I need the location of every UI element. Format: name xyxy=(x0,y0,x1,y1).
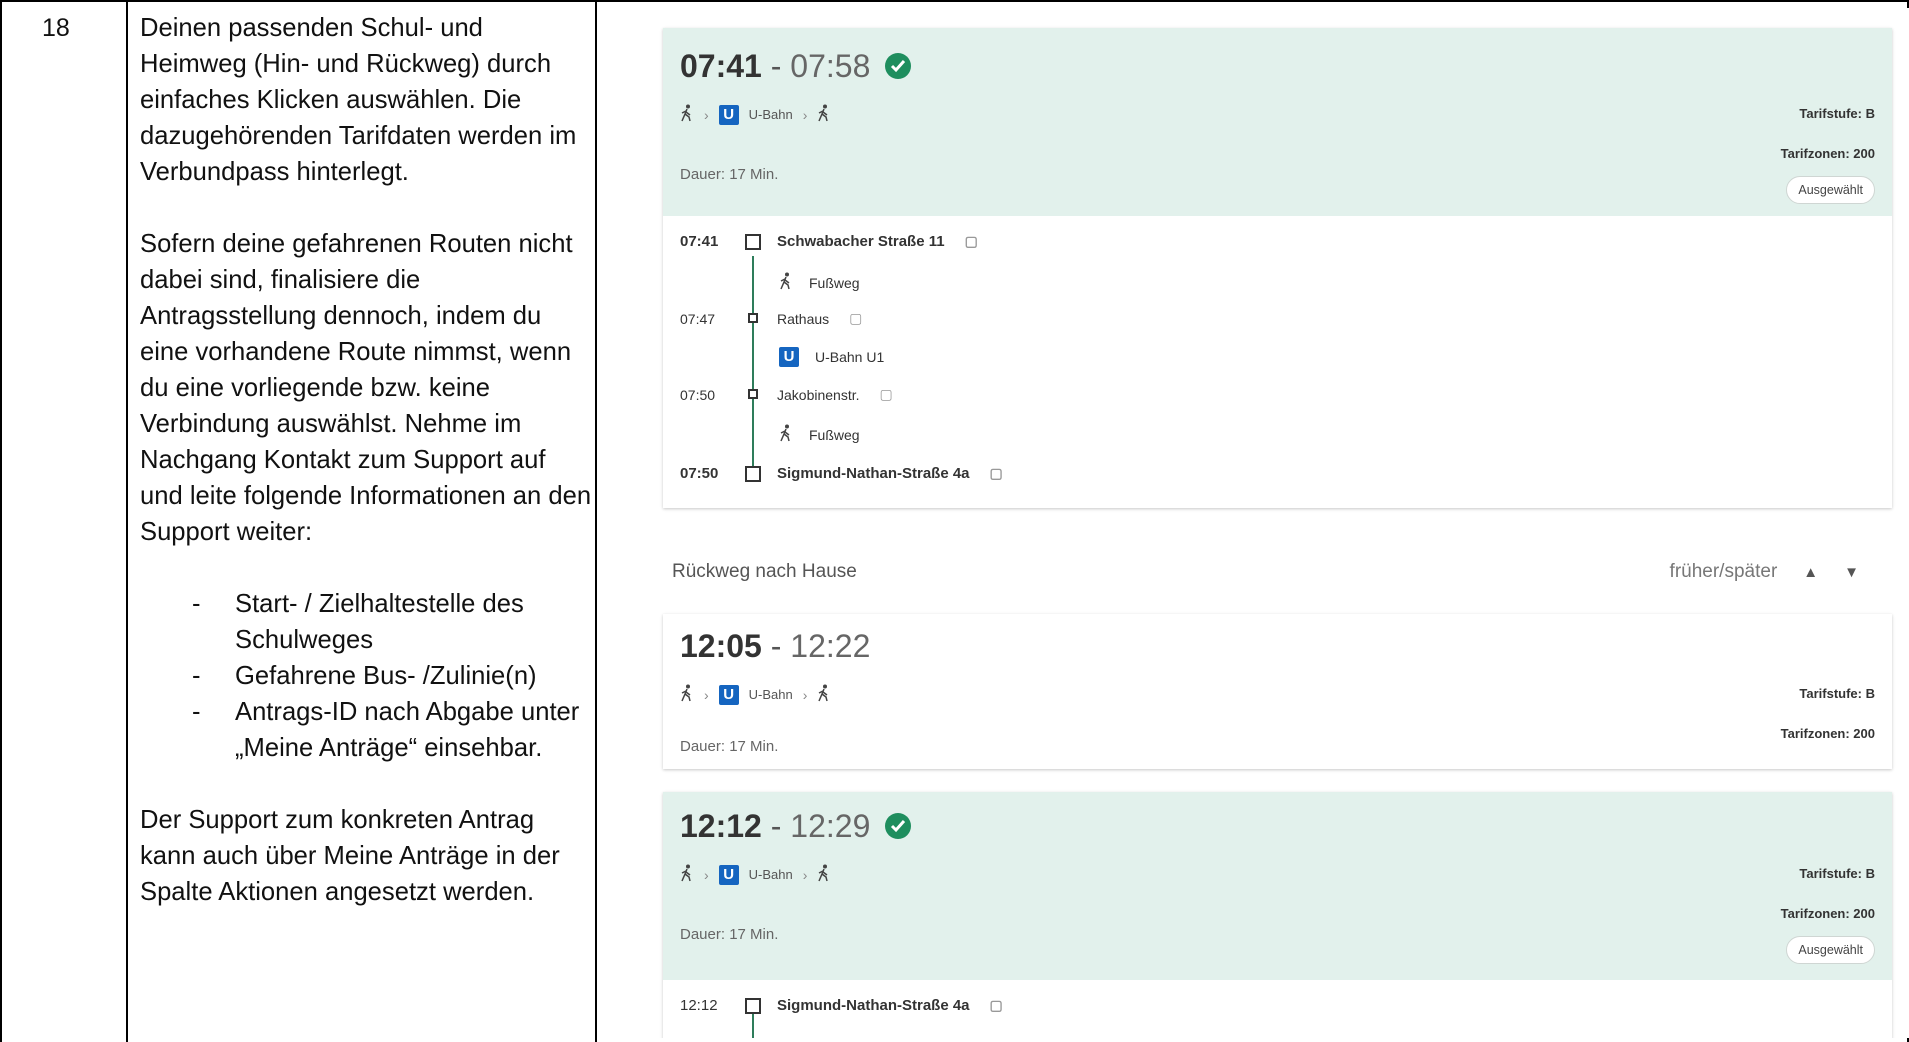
check-circle-icon xyxy=(885,812,912,839)
earlier-later-pager: früher/später ▲ ▼ xyxy=(1670,561,1859,583)
return-section-title: Rückweg nach Hause xyxy=(672,561,857,582)
route-selection-screenshot: 07:41 - 07:58 › U U-Bahn › Tarifstufe: B… xyxy=(600,8,1909,1038)
bullet-item: - Start- / Zielhaltestelle des Schulweges xyxy=(192,590,524,654)
ubahn-icon: U xyxy=(718,864,739,885)
trip-times: 07:41 - 07:58 xyxy=(680,48,912,85)
mode-chain: › U U-Bahn › xyxy=(680,684,831,705)
duration: Dauer: 17 Min. xyxy=(680,738,779,755)
description-paragraph-2: Sofern deine gefahrenen Routen nicht dab… xyxy=(140,230,592,546)
map-icon[interactable]: ▢ xyxy=(880,386,893,403)
ubahn-icon: U xyxy=(718,684,739,705)
tarifstufe: Tarifstufe: B xyxy=(1799,866,1875,881)
stop-row: 12:12 Sigmund-Nathan-Straße 4a ▢ xyxy=(680,997,1003,1014)
mode-chain: › U U-Bahn › xyxy=(680,864,831,885)
mode-label: U-Bahn xyxy=(748,867,793,882)
trip-summary[interactable]: 07:41 - 07:58 › U U-Bahn › Tarifstufe: B… xyxy=(663,28,1892,216)
trip-details: 12:12 Sigmund-Nathan-Straße 4a ▢ xyxy=(663,980,1892,1038)
leg-row: Fußweg xyxy=(779,424,860,445)
map-icon[interactable]: ▢ xyxy=(849,310,862,327)
trip-details: 07:41 Schwabacher Straße 11 ▢ Fußweg 07:47… xyxy=(663,216,1892,508)
walk-icon xyxy=(817,104,831,125)
duration: Dauer: 17 Min. xyxy=(680,166,779,183)
check-circle-icon xyxy=(885,52,912,79)
leg-row: Fußweg xyxy=(779,272,860,293)
tarifstufe: Tarifstufe: B xyxy=(1799,106,1875,121)
pager-label: früher/später xyxy=(1669,561,1778,582)
map-icon[interactable]: ▢ xyxy=(990,465,1003,482)
walk-icon xyxy=(680,104,694,125)
column-divider-1 xyxy=(126,0,128,1042)
duration: Dauer: 17 Min. xyxy=(680,926,779,943)
mode-label: U-Bahn xyxy=(748,687,793,702)
stop-row: 07:41 Schwabacher Straße 11 ▢ xyxy=(680,233,978,250)
route-line xyxy=(752,1014,754,1038)
walk-icon xyxy=(817,864,831,885)
stop-row: 07:50 Jakobinenstr. ▢ xyxy=(680,386,893,403)
stop-row: 07:47 Rathaus ▢ xyxy=(680,310,863,327)
ubahn-icon: U xyxy=(779,347,799,367)
bullet-item: - Gefahrene Bus- /Zulinie(n) xyxy=(192,662,537,690)
tarifzonen: Tarifzonen: 200 xyxy=(1780,726,1875,741)
earlier-button[interactable]: ▲ xyxy=(1803,564,1818,581)
walk-icon xyxy=(680,864,694,885)
description-paragraph-1: Deinen passenden Schul- und Heimweg (Hin… xyxy=(140,14,577,186)
trip-summary[interactable]: 12:12 - 12:29 › U U-Bahn › Tarifstufe: B… xyxy=(663,792,1892,980)
mode-chain: › U U-Bahn › xyxy=(680,104,831,125)
selected-badge[interactable]: Ausgewählt xyxy=(1786,176,1875,204)
walk-icon xyxy=(779,424,793,445)
later-button[interactable]: ▼ xyxy=(1844,564,1859,581)
walk-icon xyxy=(817,684,831,705)
trip-card-return-option[interactable]: 12:05 - 12:22 › U U-Bahn › Tarifstufe: B… xyxy=(663,614,1892,769)
row-number: 18 xyxy=(42,14,70,42)
leg-row: U U-Bahn U1 xyxy=(779,347,884,367)
route-line xyxy=(752,256,754,476)
map-icon[interactable]: ▢ xyxy=(990,997,1003,1014)
bullet-item: - Antrags-ID nach Abgabe unter „Meine Ant… xyxy=(192,698,580,762)
table-left-border xyxy=(0,0,2,1042)
walk-icon xyxy=(680,684,694,705)
description-paragraph-3: Der Support zum konkreten Antrag kann au… xyxy=(140,806,560,906)
trip-times: 12:05 - 12:22 xyxy=(680,628,871,664)
stop-row: 07:50 Sigmund-Nathan-Straße 4a ▢ xyxy=(680,465,1003,482)
trip-summary[interactable]: 12:05 - 12:22 › U U-Bahn › Tarifstufe: B… xyxy=(663,614,1892,769)
selected-badge[interactable]: Ausgewählt xyxy=(1786,936,1875,964)
tarifzonen: Tarifzonen: 200 xyxy=(1780,906,1875,921)
table-top-border xyxy=(0,0,1909,2)
row-description: Deinen passenden Schul- und Heimweg (Hin… xyxy=(140,10,595,910)
column-divider-2 xyxy=(595,0,597,1042)
trip-card-return-selected[interactable]: 12:12 - 12:29 › U U-Bahn › Tarifstufe: B… xyxy=(663,792,1892,1038)
tarifstufe: Tarifstufe: B xyxy=(1799,686,1875,701)
tarifzonen: Tarifzonen: 200 xyxy=(1780,146,1875,161)
mode-label: U-Bahn xyxy=(748,107,793,122)
trip-times: 12:12 - 12:29 xyxy=(680,808,912,845)
ubahn-icon: U xyxy=(718,104,739,125)
trip-card-outbound[interactable]: 07:41 - 07:58 › U U-Bahn › Tarifstufe: B… xyxy=(663,28,1892,508)
walk-icon xyxy=(779,272,793,293)
map-icon[interactable]: ▢ xyxy=(965,233,978,250)
